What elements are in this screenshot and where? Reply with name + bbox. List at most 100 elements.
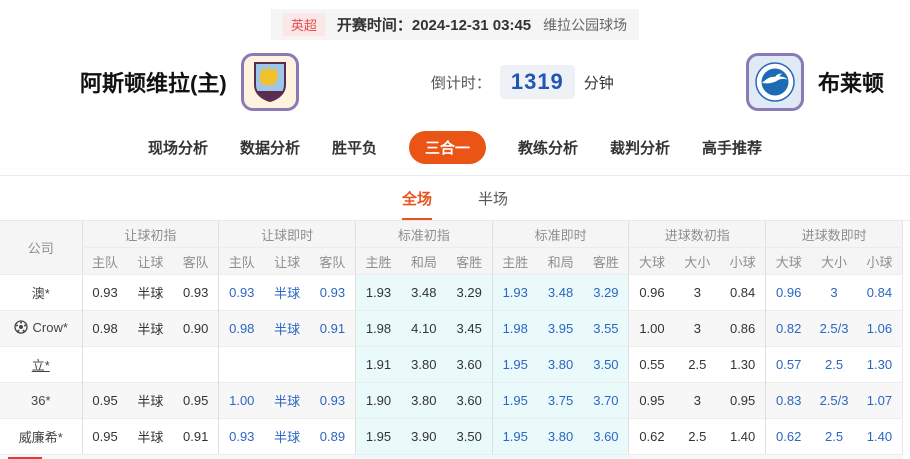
odds-cell: 1.40 [857, 419, 903, 455]
company-cell[interactable]: 澳* [0, 275, 82, 311]
company-column-header: 公司 [0, 221, 82, 275]
company-cell[interactable]: 立* [0, 347, 82, 383]
odds-cell: 0.93 [310, 275, 356, 311]
nav-tab[interactable]: 高手推荐 [702, 137, 762, 158]
odds-cell: 3.48 [401, 275, 447, 311]
odds-cell: 3.50 [583, 347, 629, 383]
odds-cell: 0.84 [720, 275, 766, 311]
period-subtab[interactable]: 全场 [402, 188, 432, 220]
odds-cell: 1.91 [355, 347, 401, 383]
odds-cell: 半球 [128, 419, 174, 455]
odds-cell [128, 347, 174, 383]
odds-cell: 3 [675, 383, 721, 419]
odds-cell: 0.91 [173, 419, 219, 455]
table-row: 36*0.95半球0.951.00半球0.931.903.803.601.953… [0, 383, 903, 419]
odds-cell: 2.5 [811, 347, 857, 383]
odds-cell: 0.93 [82, 275, 128, 311]
odds-cell: 3.75 [538, 383, 584, 419]
odds-cell: 0.95 [173, 383, 219, 419]
odds-sub-header: 大球 [766, 248, 812, 275]
odds-cell: 0.89 [310, 419, 356, 455]
odds-cell: 3.29 [447, 275, 493, 311]
company-label: Crow* [33, 320, 68, 335]
odds-cell: 0.86 [720, 311, 766, 347]
kickoff-value: 2024-12-31 03:45 [412, 17, 531, 34]
odds-cell: 1.95 [492, 383, 538, 419]
table-row: Crow*0.98半球0.900.98半球0.911.984.103.451.9… [0, 311, 903, 347]
odds-sub-header: 主胜 [355, 248, 401, 275]
brighton-badge [746, 53, 804, 111]
odds-cell: 0.93 [219, 275, 265, 311]
nav-tab[interactable]: 胜平负 [332, 137, 377, 158]
company-cell[interactable]: 威廉希* [0, 419, 82, 455]
odds-sub-header: 大小 [811, 248, 857, 275]
company-cell[interactable]: Crow* [0, 311, 82, 347]
football-icon [14, 320, 28, 334]
odds-cell: 1.95 [355, 419, 401, 455]
odds-cell: 2.5/3 [811, 383, 857, 419]
odds-group-header: 标准初指 [355, 221, 492, 248]
league-badge[interactable]: 英超 [283, 13, 325, 36]
odds-cell [173, 347, 219, 383]
odds-sub-header: 和局 [538, 248, 584, 275]
odds-cell: 3.60 [447, 383, 493, 419]
company-label: 威廉希* [19, 427, 63, 446]
odds-cell: 3.70 [583, 383, 629, 419]
odds-cell: 半球 [128, 311, 174, 347]
away-team: 布莱顿 [746, 53, 884, 111]
period-subtabs: 全场 半场 [0, 176, 910, 221]
odds-cell: 0.84 [857, 275, 903, 311]
odds-cell: 3.80 [538, 347, 584, 383]
company-name: 36* [31, 393, 51, 408]
odds-cell: 0.93 [219, 419, 265, 455]
odds-cell: 3.80 [538, 419, 584, 455]
odds-cell: 1.93 [355, 275, 401, 311]
odds-cell: 0.93 [173, 275, 219, 311]
nav-tab[interactable]: 现场分析 [148, 137, 208, 158]
odds-cell: 0.95 [82, 419, 128, 455]
table-row: 澳*0.93半球0.930.93半球0.931.933.483.291.933.… [0, 275, 903, 311]
odds-table: 公司让球初指让球即时标准初指标准即时进球数初指进球数即时主队让球客队主队让球客队… [0, 221, 903, 454]
odds-cell: 1.30 [857, 347, 903, 383]
brighton-crest-icon [754, 61, 796, 103]
nav-tab[interactable]: 教练分析 [518, 137, 578, 158]
odds-cell: 1.00 [219, 383, 265, 419]
odds-cell: 3.60 [447, 347, 493, 383]
company-name: 澳* [32, 283, 50, 302]
home-team-name: 阿斯顿维拉(主) [80, 66, 227, 98]
odds-sub-header: 和局 [401, 248, 447, 275]
odds-sub-header: 小球 [720, 248, 766, 275]
partial-cyan-cells [356, 455, 629, 459]
kickoff-label: 开赛时间： [337, 17, 412, 34]
odds-cell [264, 347, 310, 383]
odds-cell: 2.5 [675, 347, 721, 383]
odds-sub-header: 大小 [675, 248, 721, 275]
period-subtab[interactable]: 半场 [478, 188, 508, 220]
odds-cell: 0.91 [310, 311, 356, 347]
nav-tab[interactable]: 三合一 [409, 131, 486, 164]
odds-cell: 0.83 [766, 383, 812, 419]
odds-cell: 3.60 [583, 419, 629, 455]
odds-cell: 1.90 [355, 383, 401, 419]
odds-cell: 3 [811, 275, 857, 311]
away-team-name: 布莱顿 [818, 66, 884, 98]
company-cell[interactable]: 36* [0, 383, 82, 419]
odds-cell: 3.80 [401, 347, 447, 383]
odds-cell: 0.55 [629, 347, 675, 383]
odds-cell: 1.95 [492, 419, 538, 455]
kickoff-time: 开赛时间：2024-12-31 03:45 [337, 14, 531, 35]
match-info-inner: 英超 开赛时间：2024-12-31 03:45 维拉公园球场 [271, 9, 639, 40]
odds-cell: 0.57 [766, 347, 812, 383]
odds-group-header: 标准即时 [492, 221, 629, 248]
odds-cell: 0.95 [82, 383, 128, 419]
odds-cell: 0.62 [766, 419, 812, 455]
odds-cell: 半球 [264, 275, 310, 311]
odds-sub-header: 主队 [219, 248, 265, 275]
odds-cell: 0.62 [629, 419, 675, 455]
nav-tab[interactable]: 裁判分析 [610, 137, 670, 158]
odds-sub-header: 大球 [629, 248, 675, 275]
odds-cell: 3 [675, 311, 721, 347]
nav-tab[interactable]: 数据分析 [240, 137, 300, 158]
odds-cell: 2.5 [811, 419, 857, 455]
odds-cell: 1.40 [720, 419, 766, 455]
